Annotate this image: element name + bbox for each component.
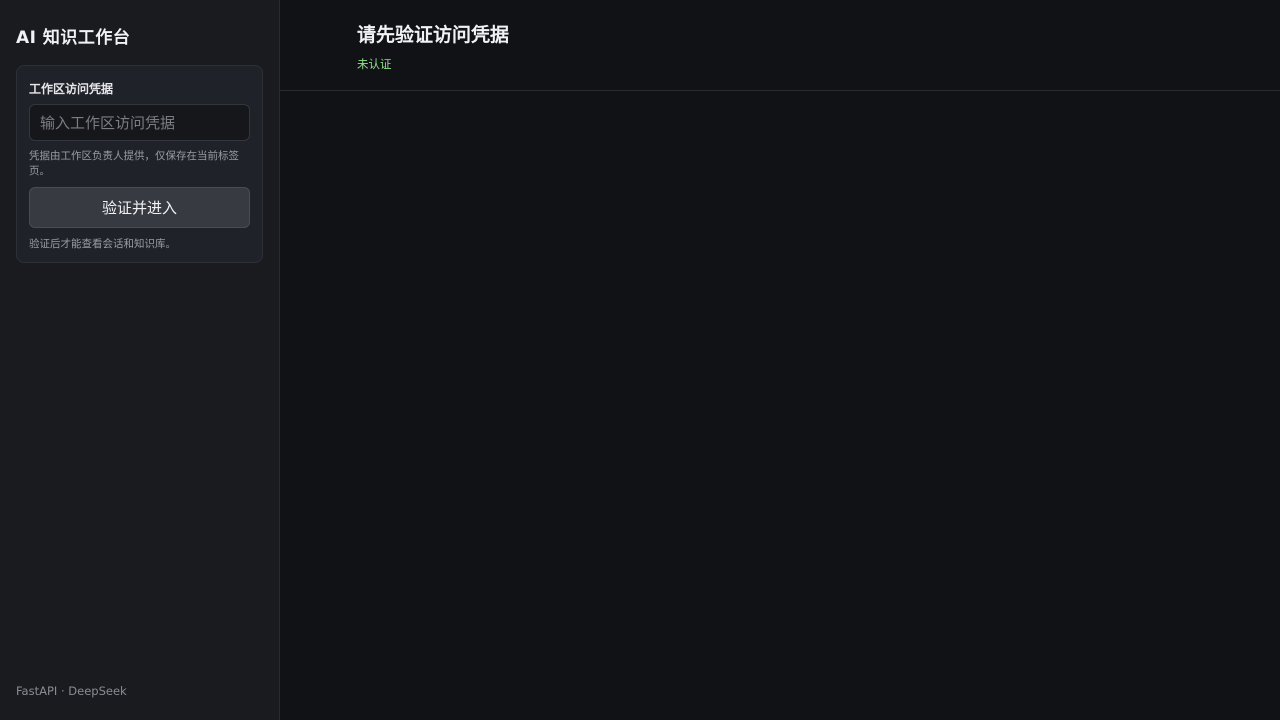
main-header: 请先验证访问凭据 未认证 [280, 0, 1280, 91]
sidebar-footer: FastAPI · DeepSeek [16, 684, 127, 698]
verify-note: 验证后才能查看会话和知识库。 [29, 238, 176, 250]
main-panel: 请先验证访问凭据 未认证 [280, 0, 1280, 720]
sidebar: AI 知识工作台 工作区访问凭据 凭据由工作区负责人提供，仅保存在当前标签页。 … [0, 0, 280, 720]
verify-and-enter-button[interactable]: 验证并进入 [29, 187, 250, 228]
page-title: 请先验证访问凭据 [357, 24, 510, 46]
app-root: AI 知识工作台 工作区访问凭据 凭据由工作区负责人提供，仅保存在当前标签页。 … [0, 0, 1280, 720]
auth-card-title: 工作区访问凭据 [29, 82, 114, 96]
access-token-input[interactable] [29, 104, 250, 141]
token-hint: 凭据由工作区负责人提供，仅保存在当前标签页。 [29, 150, 239, 177]
app-title: AI 知识工作台 [16, 28, 131, 48]
auth-status-label: 未认证 [357, 57, 392, 71]
auth-card: 工作区访问凭据 凭据由工作区负责人提供，仅保存在当前标签页。 验证并进入 验证后… [16, 65, 263, 263]
